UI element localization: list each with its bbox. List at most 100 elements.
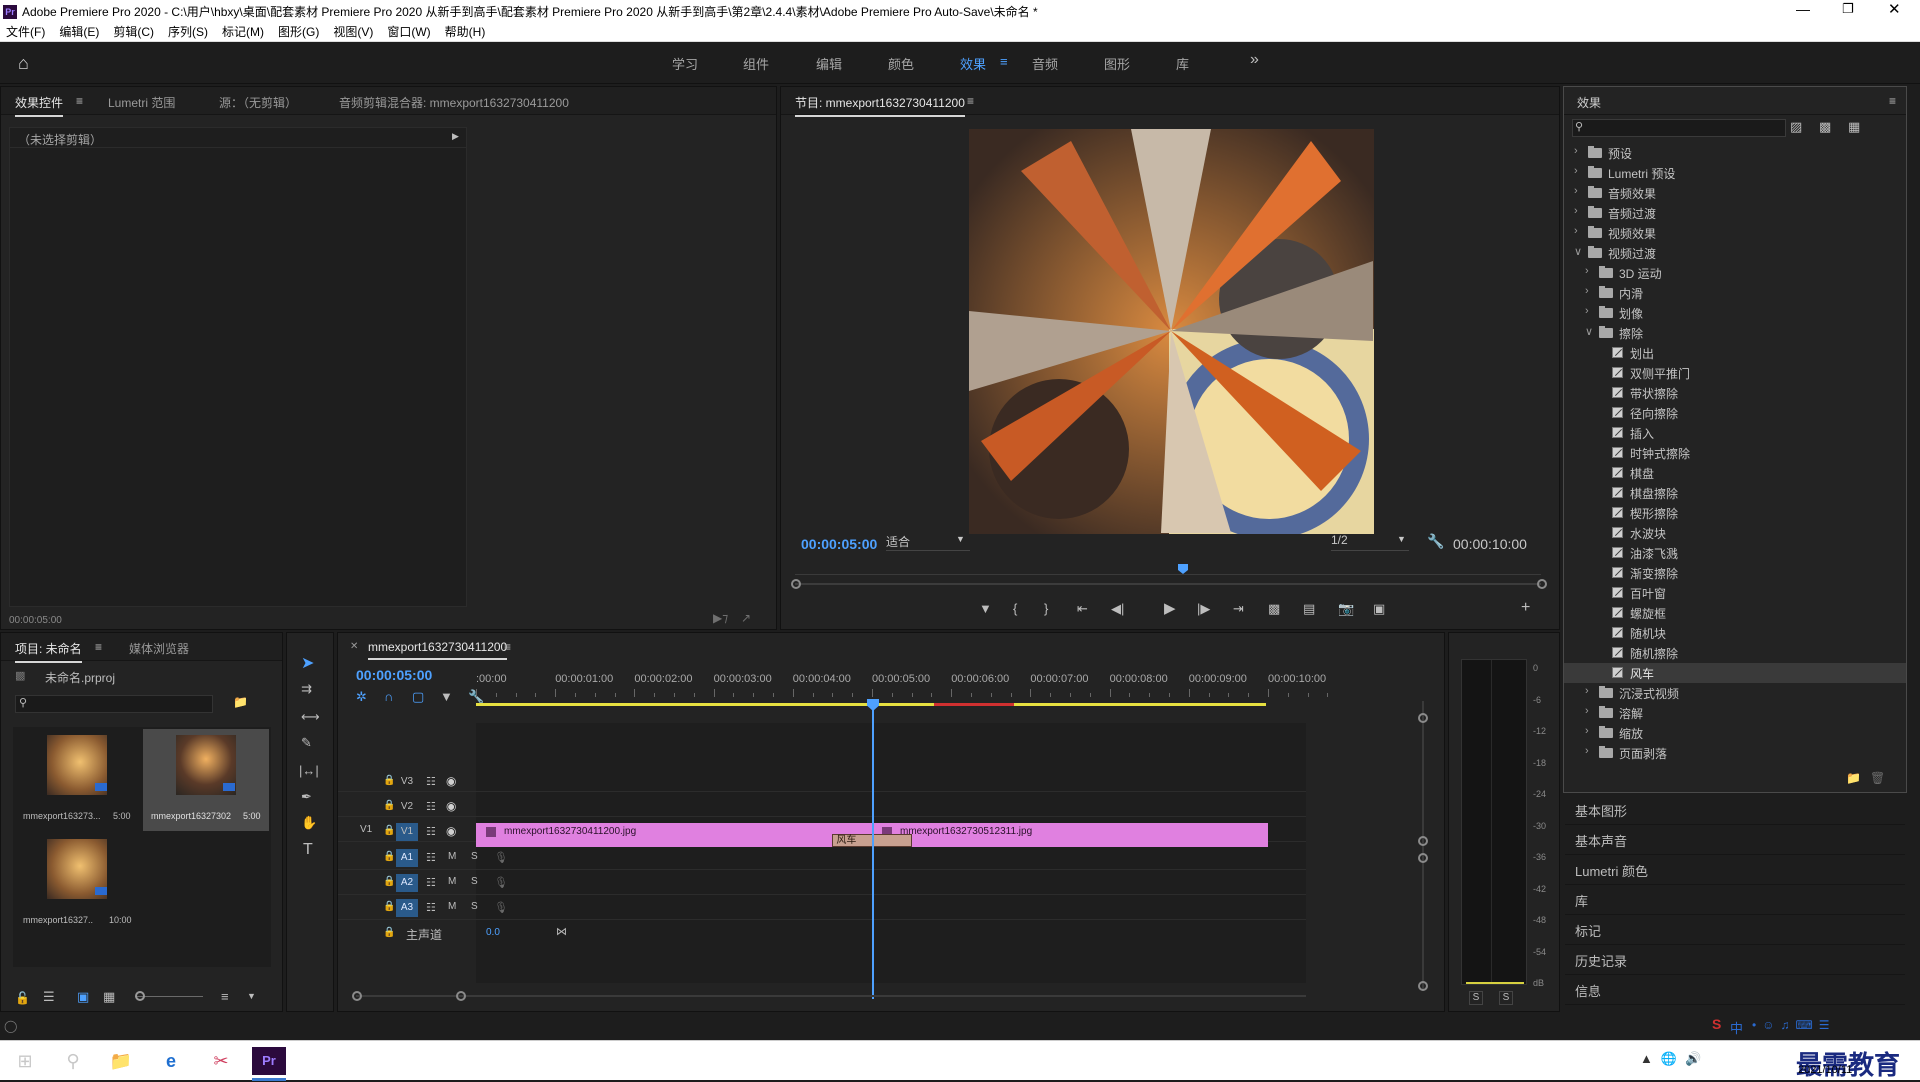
32bit-effects-icon[interactable]: ▩ [1819,119,1831,135]
wrench-icon[interactable]: 🔧 [1427,533,1444,550]
project-item-selected[interactable]: mmexport16327302... 5:00 [143,729,269,831]
zoom-slider-handle[interactable] [135,991,145,1001]
chevron-down-icon[interactable]: ∨ [1585,325,1593,338]
close-button[interactable]: ✕ [1888,0,1901,18]
chevron-right-icon[interactable]: › [1585,305,1589,317]
ime-toolbar-icons[interactable]: •☺♫⌨☰ [1752,1018,1836,1032]
delete-icon[interactable]: 🗑 [1870,771,1885,785]
tab-sequence[interactable]: mmexport1632730411200 [368,640,508,660]
workspace-tab[interactable]: 组件 [743,54,769,73]
vscroll-handle[interactable] [1418,853,1428,863]
effects-tree-item[interactable]: 棋盘擦除 [1564,483,1906,503]
selection-tool-icon[interactable]: ➤ [301,653,314,673]
effects-tree-item[interactable]: 渐变擦除 [1564,563,1906,583]
scroll-handle-right[interactable] [456,991,466,1001]
ripple-edit-tool-icon[interactable]: ⟷ [301,709,320,725]
sync-lock-icon[interactable]: ☷ [426,775,436,788]
effects-tree-item[interactable]: 螺旋框 [1564,603,1906,623]
extract-icon[interactable]: ▤ [1303,601,1315,617]
workspace-tab[interactable]: 学习 [672,54,698,73]
panel-menu-icon[interactable]: ≡ [967,94,974,108]
effects-tree-item[interactable]: › 视频效果 [1564,223,1906,243]
effects-tree-item[interactable]: 时钟式擦除 [1564,443,1906,463]
track-target-a2[interactable]: A2 [396,874,418,892]
track-target-a3[interactable]: A3 [396,899,418,917]
camera-icon[interactable]: 📷 [1338,601,1354,617]
expand-arrow-icon[interactable]: ▶ [452,131,459,142]
sync-lock-icon[interactable]: ☷ [426,800,436,813]
effects-search-input[interactable]: ⚲ [1572,119,1786,137]
effects-tree-item[interactable]: › 划像 [1564,303,1906,323]
chevron-right-icon[interactable]: › [1585,685,1589,697]
effects-tree-item[interactable]: › 内滑 [1564,283,1906,303]
track-target-v2[interactable]: V2 [396,798,418,816]
menu-item[interactable]: 剪辑(C) [113,25,154,39]
scroll-handle-left[interactable] [352,991,362,1001]
mute-button[interactable]: M [448,876,456,887]
effects-tree-item[interactable]: › Lumetri 预设 [1564,163,1906,183]
sync-lock-icon[interactable]: ☷ [426,876,436,889]
workspace-menu-icon[interactable]: ≡ [1000,54,1008,69]
timeline-clip[interactable]: mmexport1632730411200.jpg [476,823,872,847]
add-marker-icon[interactable]: ▼ [440,689,453,704]
solo-button[interactable]: S [471,876,478,887]
effects-tree-item[interactable]: 随机块 [1564,623,1906,643]
effects-tree-item[interactable]: › 缩放 [1564,723,1906,743]
resolution-dropdown[interactable]: 1/2 ▼ [1331,533,1409,551]
lock-icon[interactable]: 🔓 [15,991,30,1005]
mute-button[interactable]: M [448,901,456,912]
master-volume-value[interactable]: 0.0 [486,927,500,938]
more-workspaces-button[interactable]: » [1250,51,1259,69]
tab-effect-controls[interactable]: 效果控件 [15,94,64,117]
effects-tree-item[interactable]: 百叶窗 [1564,583,1906,603]
effects-tree-item[interactable]: 风车 [1564,663,1906,683]
timeline-clip[interactable]: mmexport1632730512311.jpg [872,823,1268,847]
menu-item[interactable]: 帮助(H) [445,25,486,39]
effects-tree-item[interactable]: › 预设 [1564,143,1906,163]
pen-tool-icon[interactable]: ✒ [301,789,312,805]
razor-tool-icon[interactable]: ✎ [301,735,312,751]
chevron-right-icon[interactable]: › [1574,145,1578,157]
eye-icon[interactable]: ◉ [446,774,456,788]
effects-tree-item[interactable]: 楔形擦除 [1564,503,1906,523]
track-lock-icon[interactable]: 🔒 [383,775,395,786]
effects-tree-item[interactable]: › 音频效果 [1564,183,1906,203]
track-target-v1[interactable]: V1 [396,823,418,841]
side-panel-section[interactable]: 基本声音 [1565,825,1905,855]
solo-right-button[interactable]: S [1499,991,1513,1005]
slip-tool-icon[interactable]: |↔| [299,763,319,778]
time-ruler[interactable] [795,567,1541,575]
ime-logo-icon[interactable]: S [1712,1016,1721,1040]
project-item[interactable]: mmexport16327... 10:00 [15,835,137,935]
timeline-playhead[interactable] [867,699,879,711]
chevron-right-icon[interactable]: › [1574,185,1578,197]
track-lock-icon[interactable]: 🔒 [383,825,395,836]
effects-tree-item[interactable]: › 溶解 [1564,703,1906,723]
menu-item[interactable]: 窗口(W) [387,25,430,39]
track-lock-icon[interactable]: 🔒 [383,800,395,811]
effects-tree-item[interactable]: › 3D 运动 [1564,263,1906,283]
tab-lumetri-scopes[interactable]: Lumetri 范围 [108,94,175,111]
step-back-icon[interactable]: ◀| [1111,601,1124,617]
project-item[interactable]: mmexport163273... 5:00 [15,729,137,829]
file-explorer-icon[interactable]: 📁 [108,1049,134,1073]
chevron-right-icon[interactable]: › [1574,165,1578,177]
track-target-a1[interactable]: A1 [396,849,418,867]
sync-lock-icon[interactable]: ☷ [426,901,436,914]
sort-icon[interactable]: ≡ [221,989,229,1004]
vscroll-handle[interactable] [1418,713,1428,723]
microphone-icon[interactable]: 🎙 [494,851,508,864]
track-lock-icon[interactable]: 🔒 [383,851,395,862]
panel-menu-icon[interactable]: ≡ [1889,94,1896,108]
program-monitor-title[interactable]: 节目: mmexport1632730411200 [795,94,965,117]
effects-tree-item[interactable]: 棋盘 [1564,463,1906,483]
chevron-right-icon[interactable]: › [1585,745,1589,757]
program-current-time[interactable]: 00:00:05:00 [801,536,877,552]
side-panel-section[interactable]: 标记 [1565,915,1905,945]
close-tab-icon[interactable]: ✕ [350,641,358,652]
workspace-tab[interactable]: 颜色 [888,54,914,73]
panel-menu-icon[interactable]: ≡ [95,640,102,654]
lift-icon[interactable]: ▩ [1268,601,1280,617]
source-patch-v1[interactable]: V1 [360,824,372,835]
menu-item[interactable]: 编辑(E) [59,25,99,39]
